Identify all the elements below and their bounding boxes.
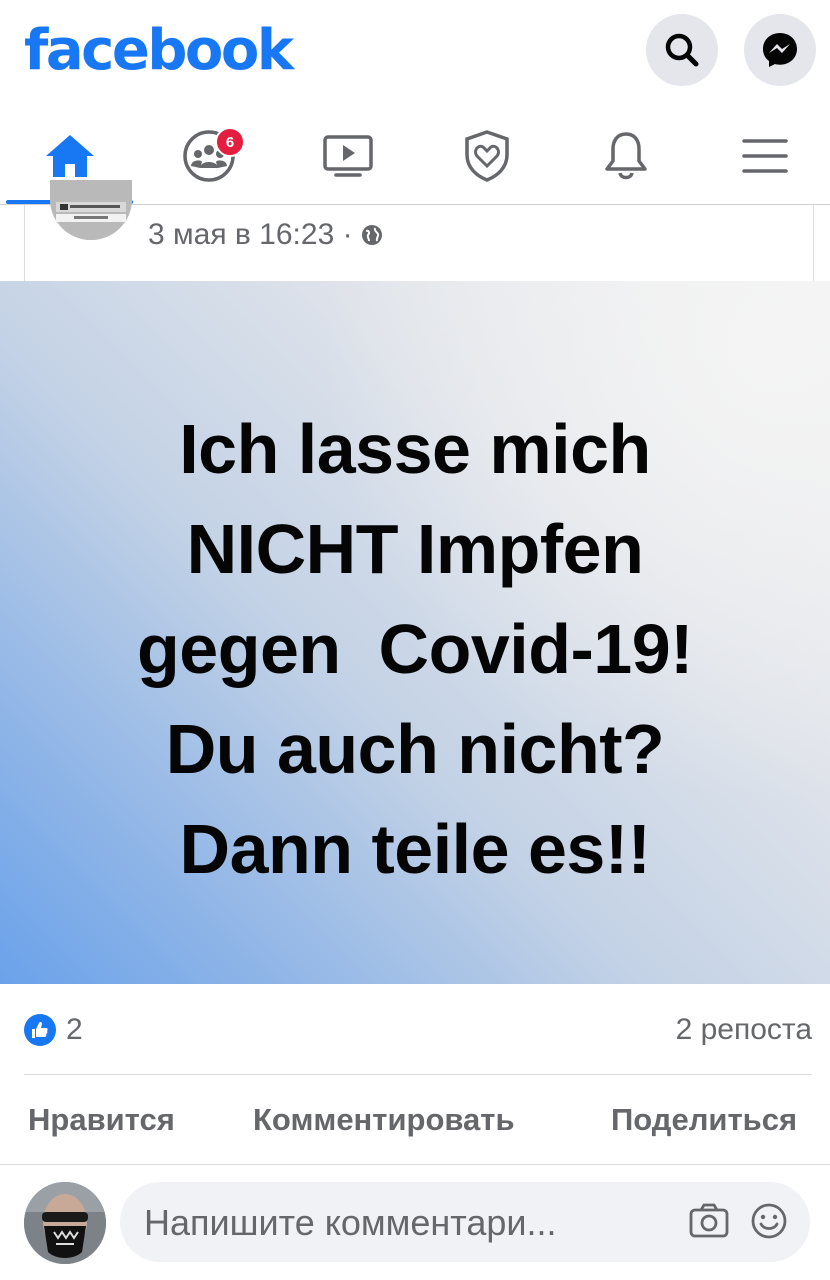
shield-heart-icon xyxy=(465,130,509,182)
post-actions: Нравится Комментировать Поделиться xyxy=(0,1076,830,1164)
share-count[interactable]: 2 репоста xyxy=(676,1013,812,1047)
search-button[interactable] xyxy=(646,14,718,86)
facebook-logo[interactable]: facebook xyxy=(24,18,294,83)
video-icon xyxy=(323,135,373,177)
post-text-line: Dann teile es!! xyxy=(179,810,651,888)
groups-notification-badge: 6 xyxy=(215,127,245,157)
hamburger-icon xyxy=(742,139,788,173)
post-text-line: NICHT Impfen xyxy=(186,510,644,588)
tab-notifications[interactable] xyxy=(562,108,690,204)
like-reaction-icon[interactable] xyxy=(24,1014,56,1046)
post-image-text: Ich lasse mich NICHT Impfen gegen Covid-… xyxy=(0,399,830,899)
post-image[interactable]: Ich lasse mich NICHT Impfen gegen Covid-… xyxy=(0,281,830,984)
top-bar: facebook xyxy=(0,0,830,100)
tab-watch[interactable] xyxy=(284,108,412,204)
user-avatar[interactable] xyxy=(24,1182,106,1264)
smiley-icon xyxy=(751,1203,787,1239)
search-icon xyxy=(665,33,699,67)
comment-button[interactable]: Комментировать xyxy=(253,1102,515,1138)
share-button[interactable]: Поделиться xyxy=(611,1102,797,1138)
camera-button[interactable] xyxy=(688,1202,730,1245)
divider xyxy=(24,1074,812,1075)
home-icon xyxy=(46,135,94,177)
like-count[interactable]: 2 xyxy=(66,1013,83,1047)
tab-dating[interactable] xyxy=(423,108,551,204)
post-text-line: gegen Covid-19! xyxy=(137,610,693,688)
emoji-button[interactable] xyxy=(750,1202,788,1245)
messenger-icon xyxy=(763,33,797,67)
comment-input[interactable]: Напишите комментари... xyxy=(120,1182,810,1262)
post-timestamp[interactable]: 3 мая в 16:23 · xyxy=(148,218,353,252)
user-avatar-image xyxy=(24,1182,106,1264)
bell-icon xyxy=(605,132,647,180)
like-button[interactable]: Нравится xyxy=(28,1102,175,1138)
divider xyxy=(0,1164,830,1165)
thumbs-up-icon xyxy=(32,1021,48,1038)
post-text-line: Ich lasse mich xyxy=(179,410,651,488)
tab-menu[interactable] xyxy=(701,108,829,204)
camera-icon xyxy=(689,1203,729,1238)
post-meta: 3 мая в 16:23 · xyxy=(148,218,383,252)
reactions-bar: 2 2 репоста xyxy=(24,1000,812,1060)
post-text-line: Du auch nicht? xyxy=(165,710,665,788)
tab-groups[interactable] xyxy=(145,108,273,204)
messenger-button[interactable] xyxy=(744,14,816,86)
globe-icon xyxy=(361,225,382,245)
post-header xyxy=(24,205,814,281)
comment-placeholder: Напишите комментари... xyxy=(144,1202,557,1243)
